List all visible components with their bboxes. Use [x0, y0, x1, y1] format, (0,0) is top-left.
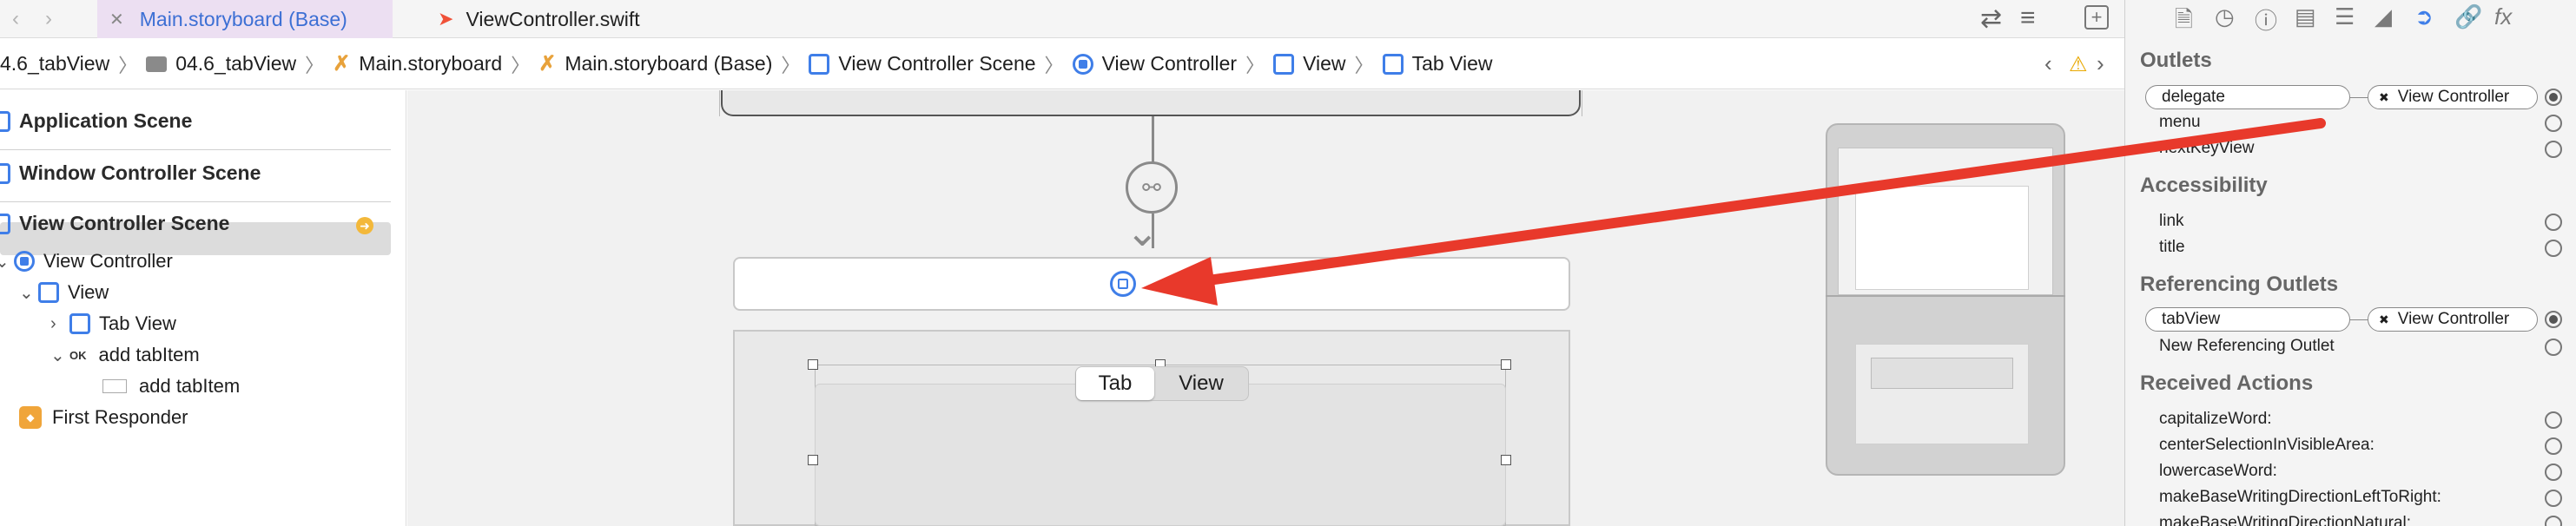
- arrow-head: [1141, 257, 1218, 306]
- arrow-shaft: [1185, 118, 2326, 288]
- annotation-arrow: [1141, 118, 2326, 306]
